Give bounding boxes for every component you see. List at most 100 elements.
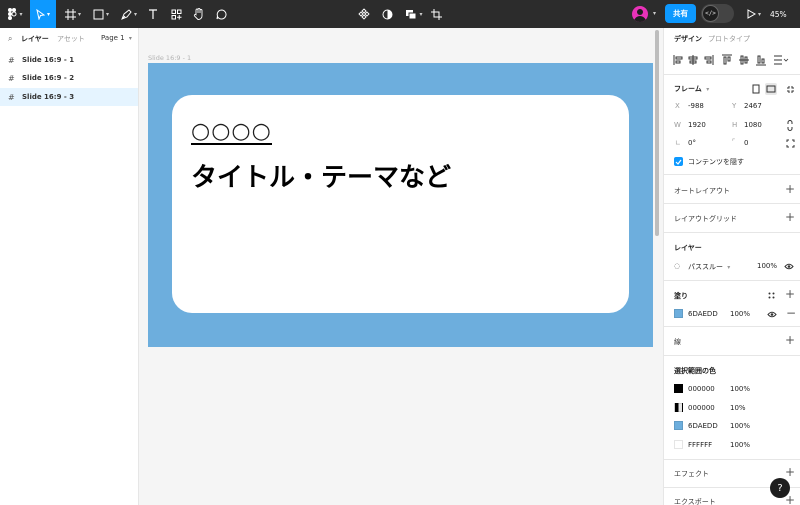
comment-tool-button[interactable] [213,0,229,28]
play-icon [747,9,756,19]
help-button[interactable]: ? [770,478,790,498]
slide-title[interactable]: タイトル・テーマなど [191,157,451,194]
chevron-down-icon[interactable]: ▾ [653,10,656,17]
add-export-icon[interactable]: + [785,494,795,505]
boolean-icon [405,9,417,20]
fill-section-title: 塗り [674,292,688,300]
style-grid-icon[interactable] [766,290,776,300]
frame-tool-button[interactable]: ▾ [62,0,84,28]
blend-mode-icon: ◌ [674,262,681,270]
canvas[interactable]: Slide 16:9 - 1 ○○○○ タイトル・テーマなど [139,28,663,505]
selection-color-swatch[interactable] [674,384,683,393]
selection-color-opacity[interactable]: 10% [730,404,746,412]
selection-color-hex[interactable]: FFFFFF [688,441,712,449]
tab-prototype[interactable]: プロトタイプ [708,34,750,44]
shape-tool-button[interactable]: ▾ [90,0,112,28]
chevron-down-icon: ▾ [727,264,731,271]
pen-tool-button[interactable]: ▾ [118,0,140,28]
mask-button[interactable] [379,0,395,28]
tab-design[interactable]: デザイン [674,34,702,44]
present-button[interactable]: ▾ [744,0,764,28]
frame-icon: # [8,73,15,83]
slide-subtitle-placeholder[interactable]: ○○○○ [191,121,272,145]
text-tool-icon [148,8,158,20]
selection-color-opacity[interactable]: 100% [730,385,750,393]
search-icon[interactable]: ⌕ [8,34,12,44]
effects-label: エフェクト [674,470,709,478]
add-effect-icon[interactable]: + [785,466,795,478]
chevron-down-icon: ▾ [419,10,423,18]
layer-opacity-input[interactable]: 100% [757,262,777,270]
landscape-icon[interactable] [765,83,777,95]
share-button[interactable]: 共有 [665,4,696,23]
dev-mode-toggle[interactable]: </> [701,4,734,23]
eye-icon[interactable] [766,308,778,320]
tab-layers[interactable]: レイヤー [21,34,49,44]
corner-radius-input[interactable]: 0 [744,139,748,147]
fill-swatch[interactable] [674,309,683,318]
tab-assets[interactable]: アセット [57,34,85,44]
text-tool-button[interactable] [145,0,161,28]
frame-section-title[interactable]: フレーム ▾ [674,84,709,94]
layer-row-selected[interactable]: # Slide 16:9 - 3 [0,88,138,106]
page-selector[interactable]: Page 1 ▾ [101,34,132,42]
layer-row[interactable]: # Slide 16:9 - 2 [0,69,138,87]
independent-corners-icon[interactable] [784,137,796,149]
export-label: エクスポート [674,498,716,505]
selection-color-swatch[interactable] [674,403,683,412]
divider [664,203,800,204]
eye-icon[interactable] [783,260,795,272]
align-center-h-icon [688,55,698,65]
hand-tool-icon [193,8,204,20]
divider [664,74,800,75]
add-auto-layout-icon[interactable]: + [785,183,795,195]
remove-fill-icon[interactable]: − [786,307,796,319]
create-component-button[interactable] [356,0,372,28]
rotation-input[interactable]: 0° [688,139,696,147]
add-stroke-icon[interactable]: + [785,334,795,346]
slide-frame[interactable]: ○○○○ タイトル・テーマなど [148,63,653,347]
selection-color-swatch[interactable] [674,440,683,449]
x-label: X [675,102,680,110]
layer-row[interactable]: # Slide 16:9 - 1 [0,51,138,69]
divider [664,280,800,281]
user-avatar[interactable] [632,6,648,22]
y-input[interactable]: 2467 [744,102,762,110]
fill-opacity-input[interactable]: 100% [730,310,750,318]
width-input[interactable]: 1920 [688,121,706,129]
resize-to-fit-icon[interactable] [784,83,796,95]
chevron-down-icon: ▾ [128,35,132,42]
blend-mode-select[interactable]: パススルー ▾ [688,262,730,272]
vertical-scrollbar[interactable] [655,30,659,236]
resources-button[interactable] [168,0,184,28]
frame-label[interactable]: Slide 16:9 - 1 [148,54,191,62]
rotation-icon: ∟ [675,139,681,147]
portrait-icon[interactable] [750,83,762,95]
x-input[interactable]: -988 [688,102,704,110]
move-tool-button[interactable]: ▾ [30,0,56,28]
add-layout-grid-icon[interactable]: + [785,211,795,223]
selection-color-opacity[interactable]: 100% [730,441,750,449]
clip-content-checkbox[interactable] [674,157,683,166]
add-fill-icon[interactable]: + [785,288,795,300]
zoom-level[interactable]: 45% [770,0,787,28]
selection-color-swatch[interactable] [674,421,683,430]
selection-color-opacity[interactable]: 100% [730,422,750,430]
selection-color-hex[interactable]: 000000 [688,385,715,393]
y-label: Y [732,102,737,110]
crop-button[interactable] [428,0,444,28]
slide-card[interactable]: ○○○○ タイトル・テーマなど [172,95,629,313]
selection-color-hex[interactable]: 000000 [688,404,715,412]
hand-tool-button[interactable] [190,0,206,28]
constrain-proportions-icon[interactable] [784,119,796,131]
crop-icon [430,8,442,20]
boolean-operations-button[interactable]: ▾ [403,0,425,28]
top-toolbar: ▾ ▾ ▾ ▾ ▾ ▾ ▾ 共有 </> ▾ 45% [0,0,800,28]
left-panel-tabs: ⌕ レイヤー アセット Page 1 ▾ [0,28,139,50]
figma-menu-button[interactable]: ▾ [4,0,26,28]
height-input[interactable]: 1080 [744,121,762,129]
selection-color-hex[interactable]: 6DAEDD [688,422,718,430]
code-icon: </> [702,5,719,22]
resources-icon [171,9,182,20]
fill-hex-input[interactable]: 6DAEDD [688,310,718,318]
